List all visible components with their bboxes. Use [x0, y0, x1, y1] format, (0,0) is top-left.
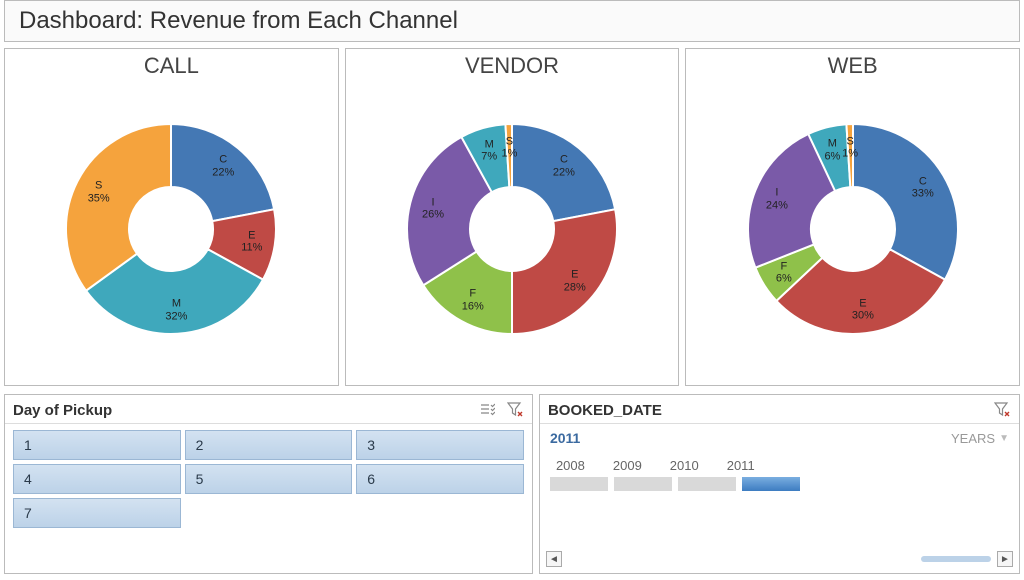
clear-filter-icon[interactable] — [993, 401, 1011, 419]
slice-label-F: F6% — [776, 260, 792, 285]
charts-row: CALL C22% E11% M32% S35% VENDOR C22% E28% F16% I2… — [4, 48, 1020, 386]
timeline-track: 2008 2009 2010 2011 — [540, 448, 1019, 491]
slicer-item[interactable]: 7 — [13, 498, 181, 528]
chevron-down-icon: ▼ — [999, 433, 1009, 444]
donut-wrap: C22% E28% F16% I26% M7%S1% — [362, 79, 662, 359]
timeline-year-block[interactable] — [678, 477, 736, 491]
scroll-track[interactable] — [568, 554, 991, 564]
donut-wrap: C33% E30% F6% I24% M6%S1% — [703, 79, 1003, 359]
slice-label-S: S1% — [842, 135, 858, 160]
chart-title: WEB — [828, 53, 878, 79]
slicer-day-of-pickup: Day of Pickup 123 456 7 — [4, 394, 533, 574]
timeline-year-label: 2011 — [727, 458, 755, 473]
donut-chart — [362, 79, 662, 359]
slice-label-M: M6% — [824, 137, 840, 162]
chart-title: CALL — [144, 53, 199, 79]
slicer-header-icons — [478, 401, 524, 419]
chart-web: WEB C33% E30% F6% I24% M6%S1% — [685, 48, 1020, 386]
slicers-row: Day of Pickup 123 456 7 BOOKED_DATE 2011 — [4, 394, 1020, 574]
slice-label-C: C22% — [212, 154, 234, 179]
timeline-year-label: 2009 — [613, 458, 642, 473]
timeline-booked-date: BOOKED_DATE 2011 YEARS ▼ 2008 2009 2010 201… — [539, 394, 1020, 574]
timeline-year-label: 2008 — [556, 458, 585, 473]
slicer-item[interactable]: 2 — [185, 430, 353, 460]
scroll-right-button[interactable]: ► — [997, 551, 1013, 567]
timeline-year-block[interactable] — [742, 477, 800, 491]
chart-title: VENDOR — [465, 53, 559, 79]
slicer-items-grid: 123 456 7 — [5, 424, 532, 534]
timeline-subheader: 2011 YEARS ▼ — [540, 424, 1019, 448]
slice-label-I: I24% — [766, 186, 788, 211]
slice-label-C: C33% — [912, 175, 934, 200]
dashboard-title: Dashboard: Revenue from Each Channel — [4, 0, 1020, 42]
slicer-item[interactable]: 4 — [13, 464, 181, 494]
slice-S — [66, 124, 171, 291]
slice-C — [853, 124, 958, 280]
timeline-mode-label: YEARS — [951, 431, 995, 446]
timeline-year-block[interactable] — [614, 477, 672, 491]
slicer-item[interactable]: 5 — [185, 464, 353, 494]
multiselect-icon[interactable] — [478, 401, 496, 419]
timeline-header: BOOKED_DATE — [540, 395, 1019, 424]
slice-label-E: E11% — [241, 229, 262, 254]
slice-label-C: C22% — [553, 154, 575, 179]
timeline-year-labels: 2008 2009 2010 2011 — [556, 458, 1009, 473]
timeline-year-label: 2010 — [670, 458, 699, 473]
slice-label-M: M32% — [165, 298, 187, 323]
slice-label-F: F16% — [462, 288, 484, 313]
donut-wrap: C22% E11% M32% S35% — [21, 79, 321, 359]
slicer-title: Day of Pickup — [13, 402, 112, 419]
timeline-header-icons — [993, 401, 1011, 419]
timeline-scrollbar: ◄ ► — [546, 551, 1013, 567]
slice-label-E: E28% — [564, 268, 586, 293]
scroll-thumb[interactable] — [921, 556, 991, 562]
slicer-item[interactable]: 1 — [13, 430, 181, 460]
chart-vendor: VENDOR C22% E28% F16% I26% M7%S1% — [345, 48, 680, 386]
clear-filter-icon[interactable] — [506, 401, 524, 419]
slice-label-S: S1% — [501, 135, 517, 160]
timeline-selected-label: 2011 — [550, 430, 580, 446]
slice-label-S: S35% — [88, 179, 110, 204]
slice-label-M: M7% — [481, 138, 497, 163]
slicer-header: Day of Pickup — [5, 395, 532, 424]
slice-label-I: I26% — [422, 196, 444, 221]
timeline-year-block[interactable] — [550, 477, 608, 491]
timeline-year-blocks — [550, 477, 1009, 491]
slice-label-E: E30% — [852, 297, 874, 322]
timeline-title: BOOKED_DATE — [548, 402, 662, 419]
chart-call: CALL C22% E11% M32% S35% — [4, 48, 339, 386]
slicer-item[interactable]: 6 — [356, 464, 524, 494]
scroll-left-button[interactable]: ◄ — [546, 551, 562, 567]
slicer-item[interactable]: 3 — [356, 430, 524, 460]
timeline-mode-dropdown[interactable]: YEARS ▼ — [951, 431, 1009, 446]
